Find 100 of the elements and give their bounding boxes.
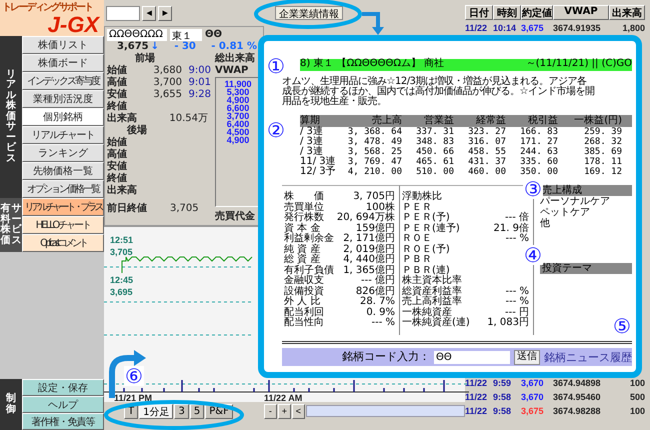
field-value: 10.54万	[168, 113, 208, 125]
stat-label: 有利子負債	[284, 266, 334, 276]
table-cell-text: 323. 27	[467, 127, 506, 137]
table-cell-text: 3, 478. 49	[346, 137, 402, 147]
news-link[interactable]: 銘柄ニュース履歴	[544, 350, 632, 364]
stat-label: 売買単位	[284, 202, 324, 212]
menu-button[interactable]: リアルチャート	[22, 126, 104, 144]
menu-button[interactable]: 業種別活況度	[22, 90, 104, 108]
table-cell-text: 100	[628, 406, 645, 416]
stat-label: 配当利回	[284, 308, 324, 318]
callout-number: ⑤	[612, 316, 632, 336]
table-cell-text: 348. 83	[415, 137, 454, 147]
table-cell-text: 335. 60	[519, 157, 558, 167]
stat-label: 外 人 比	[284, 297, 320, 307]
table-cell-text: 244. 63	[519, 147, 558, 157]
stat-label: ＰＢＲ(連)	[402, 266, 450, 276]
session-label: 後場	[126, 125, 148, 136]
table-cell-text: 9:58	[493, 406, 512, 416]
menu-button[interactable]: ランキング	[22, 144, 104, 162]
axis-label: 11/21 PM	[114, 393, 152, 403]
code-entry-field[interactable]: ΘΘ	[434, 350, 510, 364]
menu-button[interactable]: 個別銘柄	[22, 108, 104, 126]
menu-button[interactable]: 設定・保存	[22, 379, 104, 396]
change-value: - 30	[174, 41, 196, 53]
chart-label: 3,705	[110, 247, 133, 257]
field-value: 3,680	[152, 65, 182, 77]
stat-value: 826億円	[356, 286, 395, 296]
menu-button[interactable]: リアルチャート・プラス	[22, 198, 104, 216]
menu-button[interactable]: HELLOチャート	[22, 216, 104, 234]
stat-label: 配当性向	[284, 318, 324, 328]
stat-value: 0. 9%	[366, 308, 395, 318]
stat-label: 一株純資産(連)	[402, 318, 470, 328]
chart-tab[interactable]: 1分足	[139, 404, 174, 418]
info-button[interactable]: 企業業績情報	[275, 6, 343, 20]
time-value: 9:00	[188, 65, 211, 77]
table-cell-text: 3, 568. 25	[346, 147, 402, 157]
stat-value: 159億円	[356, 224, 395, 234]
submit-button[interactable]: 送信	[514, 350, 540, 364]
chart-tab[interactable]: 5	[190, 404, 204, 418]
code-input-field[interactable]	[106, 6, 140, 20]
table-cell-text: 385. 69	[583, 147, 622, 157]
chart-label: 3,695	[110, 287, 133, 297]
time-value: 9:28	[188, 89, 211, 101]
menu-button[interactable]: インデックス寄与度	[22, 72, 104, 90]
menu-button[interactable]: 著作権・免責等	[22, 413, 104, 430]
menu-button[interactable]: 先物価格一覧	[22, 162, 104, 180]
menu-button[interactable]: オプション価格一覧	[22, 180, 104, 198]
table-cell-text: 337. 31	[415, 127, 454, 137]
table-cell-text: 169. 12	[583, 167, 622, 177]
column-header: 経常益	[475, 116, 506, 126]
session-label: 前場	[134, 53, 156, 65]
scroll-bar[interactable]	[306, 405, 465, 417]
sales-item: ペットケア	[540, 207, 591, 218]
stat-label: ＰＥＲ	[402, 202, 432, 213]
stat-label: 浮動株比	[402, 192, 442, 202]
section-header: 投資テーマ	[540, 263, 632, 274]
time-value: 9:01	[188, 77, 211, 89]
volume-value: 3,700	[226, 112, 250, 120]
menu-button[interactable]: 株価リスト	[22, 36, 104, 54]
volume-value: 4,900	[226, 136, 250, 144]
table-cell-text: 3674.95460	[553, 392, 602, 402]
stat-label: 金融収支	[284, 276, 324, 286]
table-cell-text: 458. 55	[467, 147, 506, 157]
logo-caption: トレーディングサポート	[2, 2, 92, 14]
table-cell-text: 460. 00	[467, 167, 506, 177]
table-cell-text: / 3連	[300, 147, 323, 157]
chart-label: 12:51	[110, 235, 134, 245]
menu-button[interactable]: 株価ボード	[22, 54, 104, 72]
stat-label: 総 資 産	[284, 255, 320, 265]
column-header: 算期	[300, 116, 320, 126]
field-label: 安値	[107, 161, 127, 172]
column-header: 売上高	[371, 116, 402, 126]
stat-label: 売上高利益率	[402, 297, 462, 307]
chart-tab[interactable]: 3	[174, 404, 189, 418]
zoom-button[interactable]: +	[278, 404, 291, 418]
table-cell-text: 3,670	[521, 392, 545, 402]
column-header: 営業益	[423, 116, 454, 126]
menu-button[interactable]: ヘルプ	[22, 396, 104, 413]
report-date: ～(11/11/21) || (C)GO	[526, 59, 632, 71]
zoom-button[interactable]: <	[292, 404, 305, 418]
sales-item: パーソナルケア	[540, 196, 611, 207]
table-cell-text: 12/ 3予	[300, 167, 337, 177]
section-header: 売上構成	[540, 185, 632, 196]
stat-value: 2, 171億円	[343, 234, 395, 244]
field-value: 3,705	[170, 203, 199, 215]
volume-value: 4,900	[226, 96, 250, 104]
stat-value: 2, 019億円	[343, 244, 395, 254]
stat-label: ＲＯＥ	[402, 234, 432, 244]
table-cell-text: 268. 32	[583, 137, 622, 147]
menu-button[interactable]: Opticastコメント	[22, 234, 104, 252]
table-cell-text: 3, 769. 47	[346, 157, 402, 167]
field-label: 高値	[107, 77, 128, 88]
table-cell-text: 465. 61	[415, 157, 454, 167]
callout-arrow	[362, 12, 384, 35]
stat-label: 発行株数	[284, 213, 324, 223]
market-field: 東１	[170, 29, 202, 41]
table-cell-text: 4, 210. 00	[346, 167, 402, 177]
table-cell-text: 3,675	[521, 406, 545, 416]
table-cell-text: 510. 00	[415, 167, 454, 177]
zoom-button[interactable]: -	[264, 404, 277, 418]
